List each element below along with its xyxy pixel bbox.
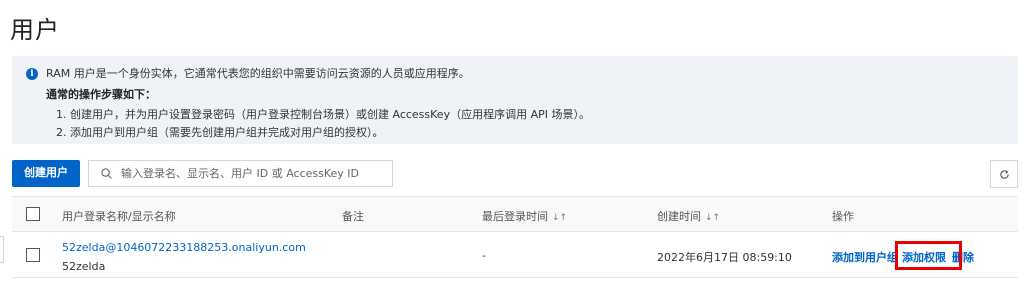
column-header-last-login[interactable]: 最后登录时间 ↓↑	[482, 208, 567, 224]
refresh-icon	[1000, 170, 1009, 179]
column-header-user: 用户登录名称/显示名称	[62, 210, 176, 223]
info-notice: i RAM 用户是一个身份实体，它通常代表您的组织中需要访问云资源的人员或应用程…	[12, 56, 1018, 144]
search-icon	[101, 168, 112, 179]
info-icon: i	[26, 68, 38, 80]
select-all-checkbox[interactable]	[26, 207, 40, 221]
sort-icon[interactable]: ↓↑	[552, 213, 567, 223]
column-header-created[interactable]: 创建时间 ↓↑	[657, 208, 720, 224]
user-login-name-link[interactable]: 52zelda@1046072233188253.onaliyun.com	[62, 241, 306, 254]
info-step-2: 2. 添加用户到用户组（需要先创建用户组并完成对用户组的授权）。	[56, 126, 384, 139]
info-heading: 通常的操作步骤如下：	[46, 88, 156, 101]
column-header-actions: 操作	[832, 210, 854, 223]
search-input[interactable]	[121, 164, 386, 183]
add-to-group-link[interactable]: 添加到用户组	[832, 249, 898, 265]
column-header-created-label: 创建时间	[657, 210, 701, 223]
info-step-1: 1. 创建用户，并为用户设置登录密码（用户登录控制台场景）或创建 AccessK…	[56, 108, 590, 121]
row-checkbox[interactable]	[26, 248, 40, 262]
user-note: -	[482, 249, 486, 262]
table-header: 用户登录名称/显示名称 备注 最后登录时间 ↓↑ 创建时间 ↓↑ 操作	[12, 196, 1018, 232]
search-box[interactable]	[88, 160, 393, 187]
user-display-name: 52zelda	[62, 260, 106, 273]
column-header-note: 备注	[342, 210, 364, 223]
create-user-button[interactable]: 创建用户	[12, 160, 80, 187]
refresh-button[interactable]	[990, 160, 1018, 188]
user-created-time: 2022年6月17日 08:59:10	[657, 251, 792, 264]
column-header-last-login-label: 最后登录时间	[482, 210, 548, 223]
page-title: 用户	[10, 16, 60, 44]
sort-icon[interactable]: ↓↑	[705, 213, 720, 223]
info-description: RAM 用户是一个身份实体，它通常代表您的组织中需要访问云资源的人员或应用程序。	[46, 67, 470, 80]
side-panel-handle[interactable]	[0, 236, 4, 263]
table-row: 52zelda@1046072233188253.onaliyun.com 52…	[12, 232, 1018, 278]
highlight-box	[895, 241, 962, 270]
